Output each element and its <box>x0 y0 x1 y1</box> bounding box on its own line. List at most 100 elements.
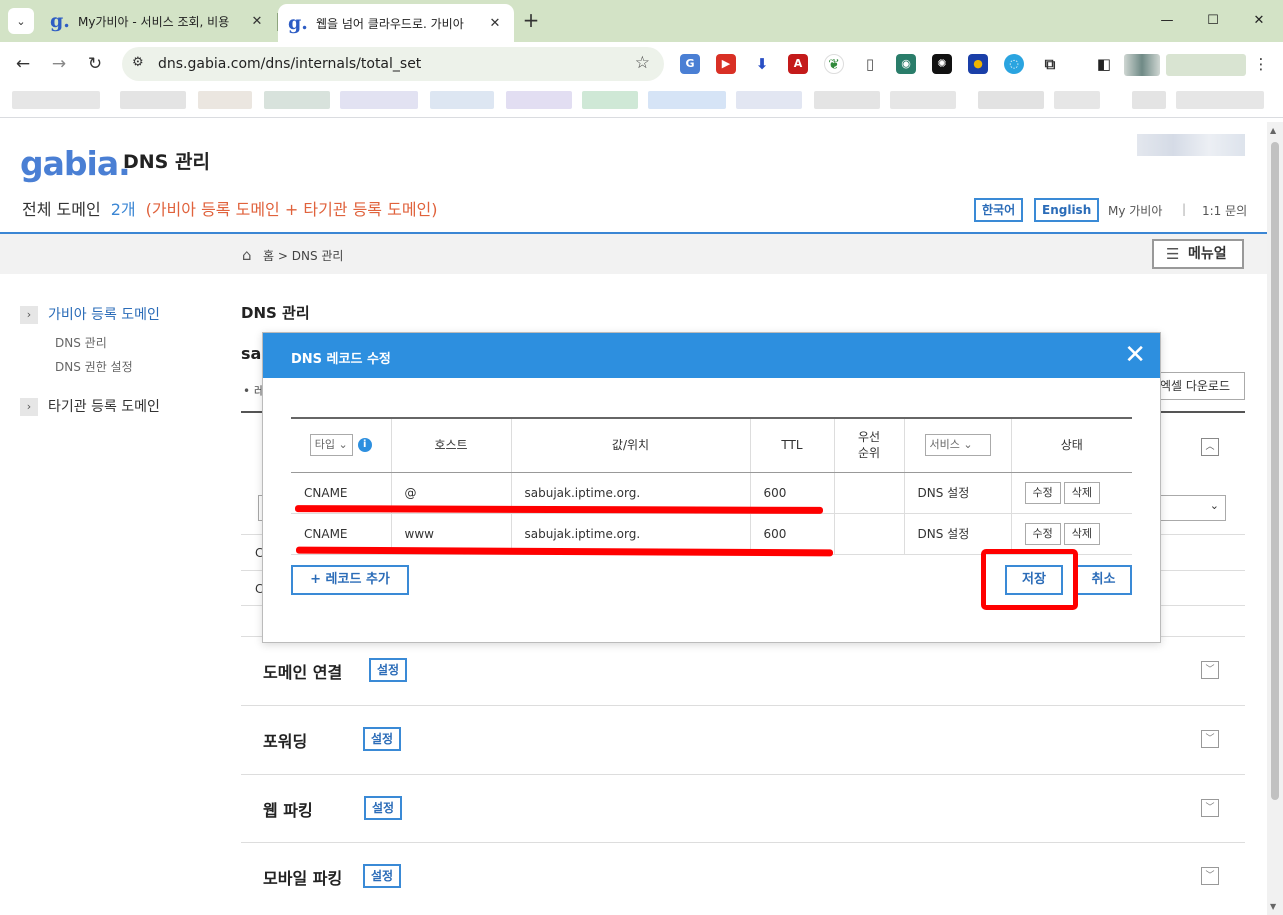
bookmark-item[interactable] <box>890 91 956 109</box>
sidebar-sub-dns-permission[interactable]: DNS 권한 설정 <box>55 358 133 375</box>
sidebar-item-gabia-domains[interactable]: › 가비아 등록 도메인 <box>20 304 160 324</box>
column-priority: 우선 순위 <box>834 418 905 473</box>
maximize-icon[interactable]: ☐ <box>1200 8 1226 34</box>
close-icon[interactable]: ✕ <box>486 16 504 31</box>
bookmark-item[interactable] <box>814 91 880 109</box>
bookmark-extension-icon[interactable]: ▯ <box>860 54 880 74</box>
column-value: 값/위치 <box>511 418 751 473</box>
globe-extension-icon[interactable]: ◉ <box>896 54 916 74</box>
pdf-extension-icon[interactable]: A <box>788 54 808 74</box>
forwarding-settings-button[interactable]: 설정 <box>363 727 402 751</box>
bookmark-item[interactable] <box>430 91 494 109</box>
edit-record-button[interactable]: 수정 <box>1024 522 1061 545</box>
browser-tab-gabia-dns[interactable]: g. 웹을 넘어 클라우드로. 가비아 ✕ <box>278 4 514 42</box>
browser-tab-my-gabia[interactable]: g. My가비아 - 서비스 조회, 비용 ✕ <box>40 4 278 38</box>
record-priority <box>834 472 905 514</box>
page-title: DNS 관리 <box>123 151 210 173</box>
bookmark-item[interactable] <box>1132 91 1166 109</box>
tab-search-button[interactable]: ⌄ <box>8 8 34 34</box>
breadcrumb: ⌂ 홈 > DNS 관리 ☰ 메뉴얼 <box>0 234 1267 274</box>
translate-extension-icon[interactable]: G <box>680 54 700 74</box>
scroll-up-icon[interactable]: ▲ <box>1270 126 1276 135</box>
cancel-button[interactable]: 취소 <box>1075 565 1132 595</box>
extensions-puzzle-icon[interactable]: ⧉ <box>1040 54 1060 74</box>
forward-arrow-icon[interactable]: → <box>46 51 72 77</box>
more-menu-icon[interactable]: ⋮ <box>1248 51 1274 77</box>
reload-icon[interactable]: ↻ <box>82 51 108 77</box>
mobile-parking-settings-button[interactable]: 설정 <box>363 864 402 888</box>
chevron-down-icon[interactable]: ﹀ <box>1201 867 1219 885</box>
video-extension-icon[interactable]: ▶ <box>716 54 736 74</box>
side-panel-icon[interactable]: ◧ <box>1094 54 1114 74</box>
manual-button[interactable]: ☰ 메뉴얼 <box>1152 239 1244 269</box>
ai-extension-icon[interactable]: ✺ <box>932 54 952 74</box>
bookmark-item[interactable] <box>736 91 802 109</box>
sidebar-sub-dns-manage[interactable]: DNS 관리 <box>55 334 107 351</box>
chat-extension-icon[interactable]: ◌ <box>1004 54 1024 74</box>
plant-extension-icon[interactable]: ❦ <box>824 54 844 74</box>
column-status: 상태 <box>1011 418 1132 473</box>
home-icon[interactable]: ⌂ <box>242 246 252 264</box>
bookmark-item[interactable] <box>120 91 186 109</box>
close-icon[interactable]: ✕ <box>248 14 266 29</box>
chevron-down-icon[interactable]: ﹀ <box>1201 799 1219 817</box>
modal-title: DNS 레코드 수정 <box>291 352 391 367</box>
bookmark-item[interactable] <box>340 91 418 109</box>
add-record-button[interactable]: + 레코드 추가 <box>291 565 409 595</box>
domain-connect-settings-button[interactable]: 설정 <box>369 658 408 682</box>
bookmark-item[interactable] <box>12 91 100 109</box>
type-filter-select[interactable]: 타입 ⌄ <box>309 434 353 457</box>
record-ttl: 600 <box>750 513 835 555</box>
bookmark-item[interactable] <box>506 91 572 109</box>
profile-chip[interactable] <box>1166 54 1246 76</box>
inquiry-link[interactable]: 1:1 문의 <box>1202 202 1247 219</box>
my-gabia-link[interactable]: My 가비아 <box>1108 202 1162 219</box>
summary-count: 2개 <box>110 200 136 219</box>
section-title: 모바일 파킹 <box>263 869 343 888</box>
bookmark-item[interactable] <box>1054 91 1100 109</box>
new-tab-button[interactable]: + <box>520 10 542 32</box>
sidebar-item-other-domains[interactable]: › 타기관 등록 도메인 <box>20 396 160 416</box>
minimize-icon[interactable]: — <box>1154 8 1180 34</box>
window-close-icon[interactable]: ✕ <box>1246 8 1272 34</box>
record-service: DNS 설정 <box>904 472 1012 514</box>
delete-record-button[interactable]: 삭제 <box>1063 522 1100 545</box>
web-parking-settings-button[interactable]: 설정 <box>364 796 403 820</box>
site-info-icon[interactable]: ⚙ <box>132 55 144 70</box>
bookmark-item[interactable] <box>978 91 1044 109</box>
chevron-down-icon[interactable]: ﹀ <box>1201 661 1219 679</box>
edit-record-button[interactable]: 수정 <box>1024 481 1061 504</box>
excel-download-button[interactable]: 엑셀 다운로드 <box>1149 372 1245 400</box>
type-label: 타입 <box>314 438 336 452</box>
address-bar[interactable]: ⚙ dns.gabia.com/dns/internals/total_set … <box>122 47 664 81</box>
chevron-down-icon: ⌄ <box>16 14 26 28</box>
bookmark-item[interactable] <box>198 91 252 109</box>
bookmark-star-icon[interactable]: ☆ <box>635 53 650 73</box>
column-ttl: TTL <box>750 418 835 473</box>
column-service: 서비스 ⌄ <box>904 418 1012 473</box>
chevron-down-icon[interactable]: ﹀ <box>1201 730 1219 748</box>
back-arrow-icon[interactable]: ← <box>10 51 36 77</box>
browser-tabbar: ⌄ g. My가비아 - 서비스 조회, 비용 ✕ g. 웹을 넘어 클라우드로… <box>0 0 1283 42</box>
lang-korean-button[interactable]: 한국어 <box>974 198 1024 222</box>
download-extension-icon[interactable]: ⬇ <box>752 54 772 74</box>
tab-title: My가비아 - 서비스 조회, 비용 <box>78 14 230 29</box>
bookmark-item[interactable] <box>1176 91 1264 109</box>
close-icon[interactable]: ✕ <box>1124 340 1146 370</box>
bookmark-item[interactable] <box>264 91 330 109</box>
bookmark-item[interactable] <box>648 91 726 109</box>
lang-english-button[interactable]: English <box>1034 198 1100 222</box>
color-extension-icon[interactable]: ● <box>968 54 988 74</box>
delete-record-button[interactable]: 삭제 <box>1063 481 1100 504</box>
annotation-highlight-box <box>981 549 1078 610</box>
scroll-thumb[interactable] <box>1271 142 1279 800</box>
info-icon[interactable]: i <box>357 437 372 452</box>
bookmark-item[interactable] <box>582 91 638 109</box>
service-filter-select[interactable]: 서비스 ⌄ <box>924 434 991 457</box>
page-scrollbar[interactable]: ▲ ▼ <box>1267 122 1283 915</box>
gabia-logo[interactable]: gabia. <box>20 144 131 183</box>
profile-avatar[interactable] <box>1124 54 1160 76</box>
address-url[interactable]: dns.gabia.com/dns/internals/total_set <box>158 56 421 72</box>
chevron-up-icon[interactable]: ︿ <box>1201 438 1219 456</box>
scroll-down-icon[interactable]: ▼ <box>1270 902 1276 911</box>
